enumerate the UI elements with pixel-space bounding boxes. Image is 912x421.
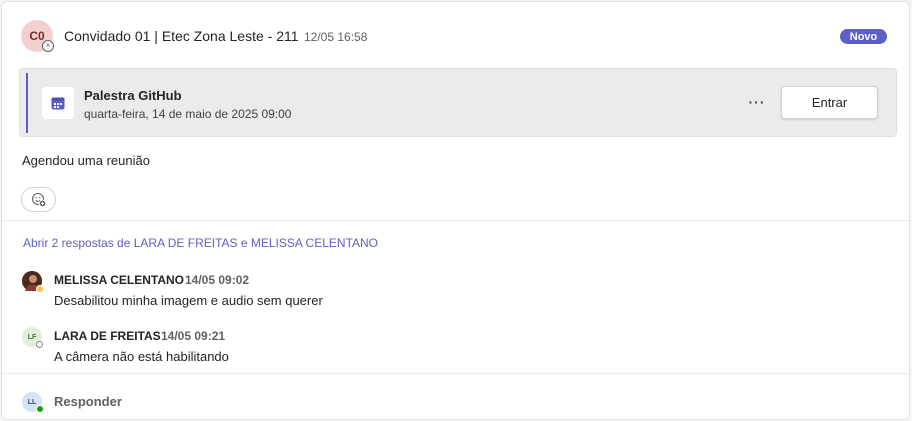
calendar-icon bbox=[42, 87, 74, 119]
reply-avatar-initials: LF bbox=[27, 333, 37, 341]
reply-text: A câmera não está habilitando bbox=[54, 349, 229, 364]
section-divider bbox=[2, 220, 909, 221]
meeting-card[interactable]: Palestra GitHub quarta-feira, 14 de maio… bbox=[19, 68, 897, 137]
post-message: Agendou uma reunião bbox=[22, 153, 150, 168]
reply-time: 14/05 09:21 bbox=[161, 329, 226, 343]
reply-time: 14/05 09:02 bbox=[185, 273, 250, 287]
reply-item: LF LARA DE FREITAS 14/05 09:21 A câmera … bbox=[2, 327, 909, 375]
reply-item: MELISSA CELENTANO 14/05 09:02 Desabilito… bbox=[2, 271, 909, 319]
emoji-add-icon bbox=[31, 192, 46, 207]
meeting-datetime: quarta-feira, 14 de maio de 2025 09:00 bbox=[84, 107, 292, 121]
reply-button[interactable]: Responder bbox=[54, 394, 122, 409]
meeting-accent-bar bbox=[26, 73, 28, 133]
add-reaction-button[interactable] bbox=[21, 187, 56, 212]
more-options-button[interactable]: ··· bbox=[746, 91, 768, 113]
guest-badge-icon: × bbox=[42, 40, 54, 52]
my-avatar-initials: LL bbox=[27, 398, 37, 406]
reply-text: Desabilitou minha imagem e audio sem que… bbox=[54, 293, 323, 308]
presence-away-icon bbox=[36, 285, 44, 293]
channel-post: C0 × Convidado 01 | Etec Zona Leste - 21… bbox=[1, 1, 910, 420]
new-badge: Novo bbox=[840, 29, 887, 44]
open-replies-link[interactable]: Abrir 2 respostas de LARA DE FREITAS e M… bbox=[23, 236, 378, 250]
join-button[interactable]: Entrar bbox=[781, 86, 878, 119]
reply-author[interactable]: LARA DE FREITAS bbox=[54, 329, 161, 343]
meeting-title[interactable]: Palestra GitHub bbox=[84, 88, 182, 103]
post-timestamp: 12/05 16:58 bbox=[304, 30, 368, 44]
presence-available-icon bbox=[36, 405, 44, 413]
author-avatar-initials: C0 bbox=[29, 29, 45, 43]
reply-footer: LL Responder bbox=[2, 382, 909, 420]
post-header: C0 × Convidado 01 | Etec Zona Leste - 21… bbox=[2, 2, 909, 68]
reply-author[interactable]: MELISSA CELENTANO bbox=[54, 273, 184, 287]
footer-divider bbox=[2, 373, 909, 374]
post-author[interactable]: Convidado 01 | Etec Zona Leste - 211 bbox=[64, 28, 299, 44]
presence-offline-icon bbox=[36, 341, 43, 348]
